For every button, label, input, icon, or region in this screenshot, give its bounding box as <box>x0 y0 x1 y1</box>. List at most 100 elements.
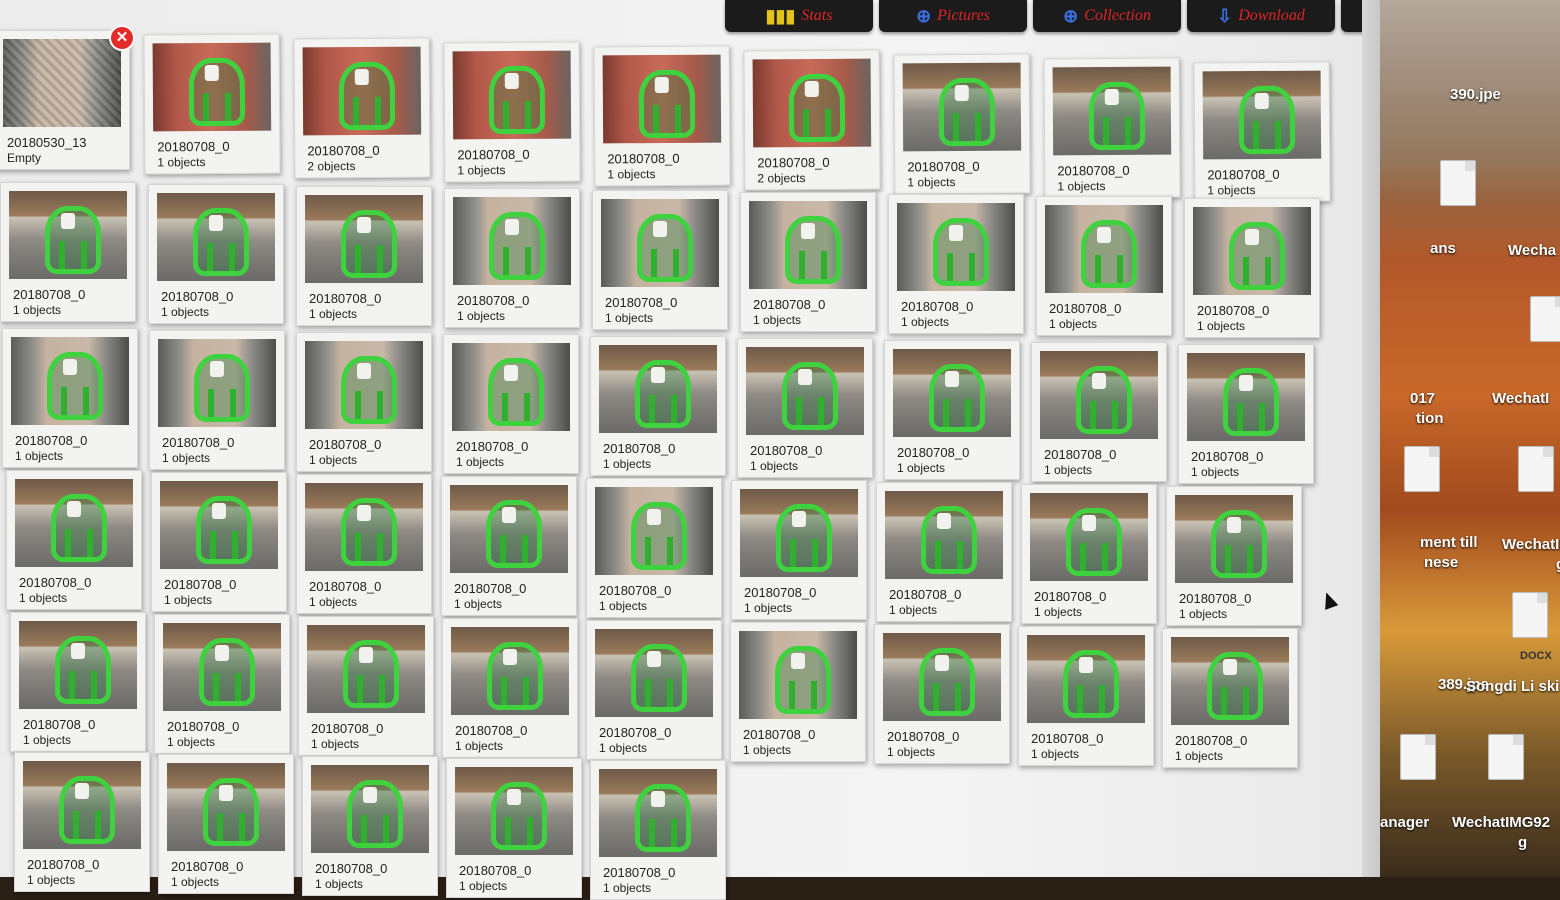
thumbnail-filename: 20180708_0 <box>315 861 388 876</box>
desktop-file-label[interactable]: 017 <box>1410 390 1435 407</box>
thumbnail-card[interactable]: 20180708_0 1 objects <box>1184 198 1320 338</box>
thumbnail-card[interactable]: 20180708_0 1 objects <box>443 41 581 183</box>
thumbnail-card[interactable]: 20180708_0 2 objects <box>743 49 881 191</box>
thumbnail-card[interactable]: 20180708_0 1 objects <box>1166 486 1302 626</box>
toolbar-button-download[interactable]: ⇩ Download <box>1187 0 1335 32</box>
thumbnail-card[interactable]: 20180708_0 1 objects <box>441 476 577 616</box>
thumbnail-image <box>307 625 425 713</box>
thumbnail-card[interactable]: 20180708_0 1 objects <box>740 192 876 332</box>
thumbnail-image <box>893 349 1011 437</box>
thumbnail-card[interactable]: 20180708_0 1 objects <box>593 45 731 187</box>
clip-part <box>821 251 827 279</box>
docx-label: DOCX <box>1520 650 1552 662</box>
thumbnail-card[interactable]: 20180708_0 1 objects <box>442 618 578 758</box>
desktop-file-label[interactable]: g <box>1556 556 1560 573</box>
thumbnail-card[interactable]: 20180708_0 1 objects <box>893 53 1031 195</box>
thumbnail-card[interactable]: 20180708_0 1 objects <box>296 186 432 326</box>
toolbar-button-pictures[interactable]: ⊕ Pictures <box>879 0 1027 32</box>
thumbnail-card[interactable]: 20180708_0 1 objects <box>14 752 150 892</box>
thumbnail-card[interactable]: 20180708_0 1 objects <box>586 478 722 618</box>
desktop-file-label[interactable]: nese <box>1424 554 1458 571</box>
thumbnail-card[interactable]: 20180708_0 1 objects <box>1193 61 1331 203</box>
thumbnail-card[interactable]: 20180708_0 1 objects <box>1021 484 1157 624</box>
thumbnail-card[interactable]: 20180708_0 1 objects <box>296 474 432 614</box>
thumbnail-card[interactable]: 20180708_0 1 objects <box>296 332 432 472</box>
thumbnail-card[interactable]: 20180530_13 Empty ✕ <box>0 25 135 170</box>
thumbnail-card[interactable]: 20180708_0 1 objects <box>1036 196 1172 336</box>
clip-part <box>504 365 518 381</box>
clip-part <box>505 219 519 235</box>
desktop-file-icon[interactable] <box>1530 296 1560 342</box>
thumbnail-image <box>452 343 570 431</box>
thumbnail-card[interactable]: 20180708_0 1 objects <box>444 188 580 328</box>
thumbnail-card[interactable]: 20180708_0 1 objects <box>888 194 1024 334</box>
desktop-file-icon[interactable] <box>1404 446 1440 492</box>
thumbnail-card[interactable]: 20180708_0 1 objects <box>1031 342 1167 482</box>
thumbnail-card[interactable]: 20180708_0 1 objects <box>884 340 1020 480</box>
detection-outline-icon <box>635 784 691 852</box>
thumbnail-card[interactable]: 20180708_0 2 objects <box>293 37 431 179</box>
clip-part <box>969 253 975 281</box>
desktop-file-label[interactable]: ment till <box>1420 534 1478 551</box>
thumbnail-card[interactable]: 20180708_0 1 objects <box>590 760 726 900</box>
thumbnail-card[interactable]: 20180708_0 1 objects <box>586 620 722 760</box>
thumbnail-card[interactable]: 20180708_0 1 objects <box>148 184 284 324</box>
thumbnail-card[interactable]: 20180708_0 1 objects <box>151 472 287 612</box>
thumbnail-filename: 20180708_0 <box>889 587 962 602</box>
thumbnail-card[interactable]: 20180708_0 1 objects <box>1178 344 1314 484</box>
clip-part <box>965 399 971 427</box>
desktop-file-icon[interactable] <box>1488 734 1524 780</box>
thumbnail-card[interactable]: 20180708_0 1 objects <box>1162 628 1298 768</box>
thumbnail-object-count: 1 objects <box>171 875 220 889</box>
desktop-file-icon[interactable] <box>1400 734 1436 780</box>
clip-part <box>1104 88 1119 106</box>
desktop-file-label[interactable]: WechatI <box>1492 390 1549 407</box>
toolbar-button-stats[interactable]: ▮▮▮ Stats <box>725 0 873 32</box>
thumbnail-object-count: 1 objects <box>457 163 506 178</box>
thumbnail-card[interactable]: 20180708_0 1 objects <box>876 482 1012 622</box>
desktop-file-icon[interactable] <box>1518 446 1554 492</box>
desktop-file-icon[interactable] <box>1512 592 1548 638</box>
thumbnail-filename: 20180708_0 <box>750 443 823 458</box>
thumbnail-card[interactable]: 20180708_0 1 objects <box>298 616 434 756</box>
thumbnail-card[interactable]: 20180708_0 1 objects <box>10 612 146 752</box>
detection-outline-icon <box>343 640 399 708</box>
thumbnail-card[interactable]: 20180708_0 1 objects <box>302 756 438 896</box>
thumbnail-image <box>1202 70 1322 160</box>
thumbnail-card[interactable]: 20180708_0 1 objects <box>446 758 582 898</box>
thumbnail-card[interactable]: 20180708_0 1 objects <box>2 328 138 468</box>
thumbnail-image <box>167 763 285 851</box>
thumbnail-card[interactable]: 20180708_0 1 objects <box>1018 626 1154 766</box>
desktop-file-label[interactable]: tion <box>1416 410 1444 427</box>
clip-part <box>235 673 241 701</box>
desktop-file-label[interactable]: ans <box>1430 240 1456 257</box>
desktop-file-label[interactable]: Songdi Li ski <box>1466 678 1559 695</box>
thumbnail-card[interactable]: 20180708_0 1 objects <box>731 480 867 620</box>
desktop-file-label[interactable]: WechatIMG <box>1502 536 1560 553</box>
thumbnail-card[interactable]: 20180708_0 1 objects <box>143 33 281 175</box>
thumbnail-card[interactable]: 20180708_0 1 objects <box>149 330 285 470</box>
thumbnail-card[interactable]: 20180708_0 1 objects <box>730 622 866 762</box>
desktop-file-label[interactable]: g <box>1518 834 1527 851</box>
thumbnail-card[interactable]: 20180708_0 1 objects <box>1043 57 1181 199</box>
thumbnail-card[interactable]: 20180708_0 1 objects <box>590 336 726 476</box>
thumbnail-card[interactable]: 20180708_0 1 objects <box>6 470 142 610</box>
toolbar-button-label: Stats <box>801 7 833 24</box>
desktop-file-label[interactable]: WechatIMG92 <box>1452 814 1550 831</box>
desktop-file-label[interactable]: 390.jpe <box>1450 86 1501 103</box>
file-fold <box>1465 161 1475 171</box>
thumbnail-card[interactable]: 20180708_0 1 objects <box>443 334 579 474</box>
thumbnail-card[interactable]: 20180708_0 1 objects <box>874 624 1010 764</box>
desktop-file-label[interactable]: Wecha <box>1508 242 1556 259</box>
detection-outline-icon <box>929 364 985 432</box>
desktop-file-label[interactable]: anager <box>1380 814 1429 831</box>
clip-part <box>208 389 214 417</box>
thumbnail-card[interactable]: 20180708_0 1 objects <box>0 182 136 322</box>
thumbnail-card[interactable]: 20180708_0 1 objects <box>158 754 294 894</box>
thumbnail-card[interactable]: 20180708_0 1 objects <box>737 338 873 478</box>
desktop-file-icon[interactable] <box>1440 160 1476 206</box>
thumbnail-card[interactable]: 20180708_0 1 objects <box>154 614 290 754</box>
toolbar-button-collection[interactable]: ⊕ Collection <box>1033 0 1181 32</box>
delete-icon[interactable]: ✕ <box>109 25 135 51</box>
thumbnail-card[interactable]: 20180708_0 1 objects <box>592 190 728 330</box>
